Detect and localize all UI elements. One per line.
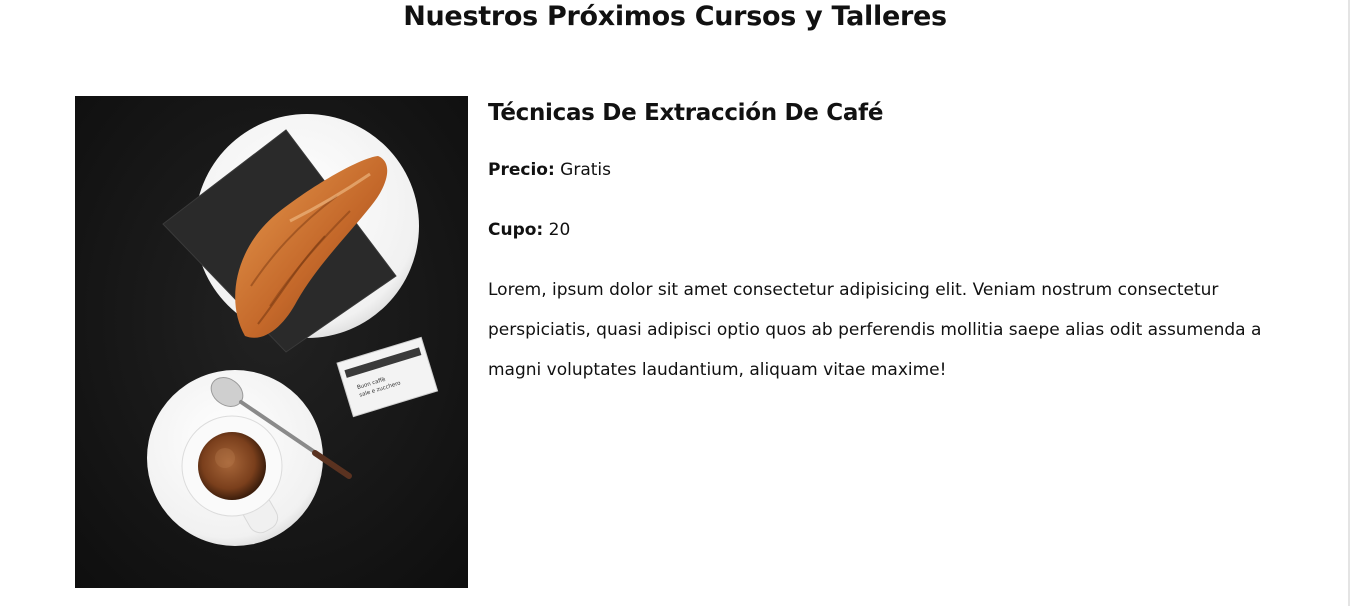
- price-value: Gratis: [560, 160, 611, 180]
- price-label: Precio:: [488, 160, 555, 180]
- course-card: Buon caffè sale e zucchero Técnicas De E…: [75, 96, 1275, 588]
- coffee-croissant-photo: Buon caffè sale e zucchero: [75, 96, 468, 588]
- quota-field: Cupo: 20: [488, 218, 570, 242]
- course-image: Buon caffè sale e zucchero: [75, 96, 468, 588]
- quota-value: 20: [548, 220, 571, 240]
- page: Nuestros Próximos Cursos y Talleres Buon…: [0, 0, 1350, 606]
- course-info: Técnicas De Extracción De Café Precio: G…: [488, 96, 1278, 380]
- price-field: Precio: Gratis: [488, 158, 611, 182]
- course-description: Lorem, ipsum dolor sit amet consectetur …: [488, 280, 1262, 380]
- section-title: Nuestros Próximos Cursos y Talleres: [403, 1, 947, 32]
- course-title: Técnicas De Extracción De Café: [488, 100, 884, 126]
- quota-label: Cupo:: [488, 220, 544, 240]
